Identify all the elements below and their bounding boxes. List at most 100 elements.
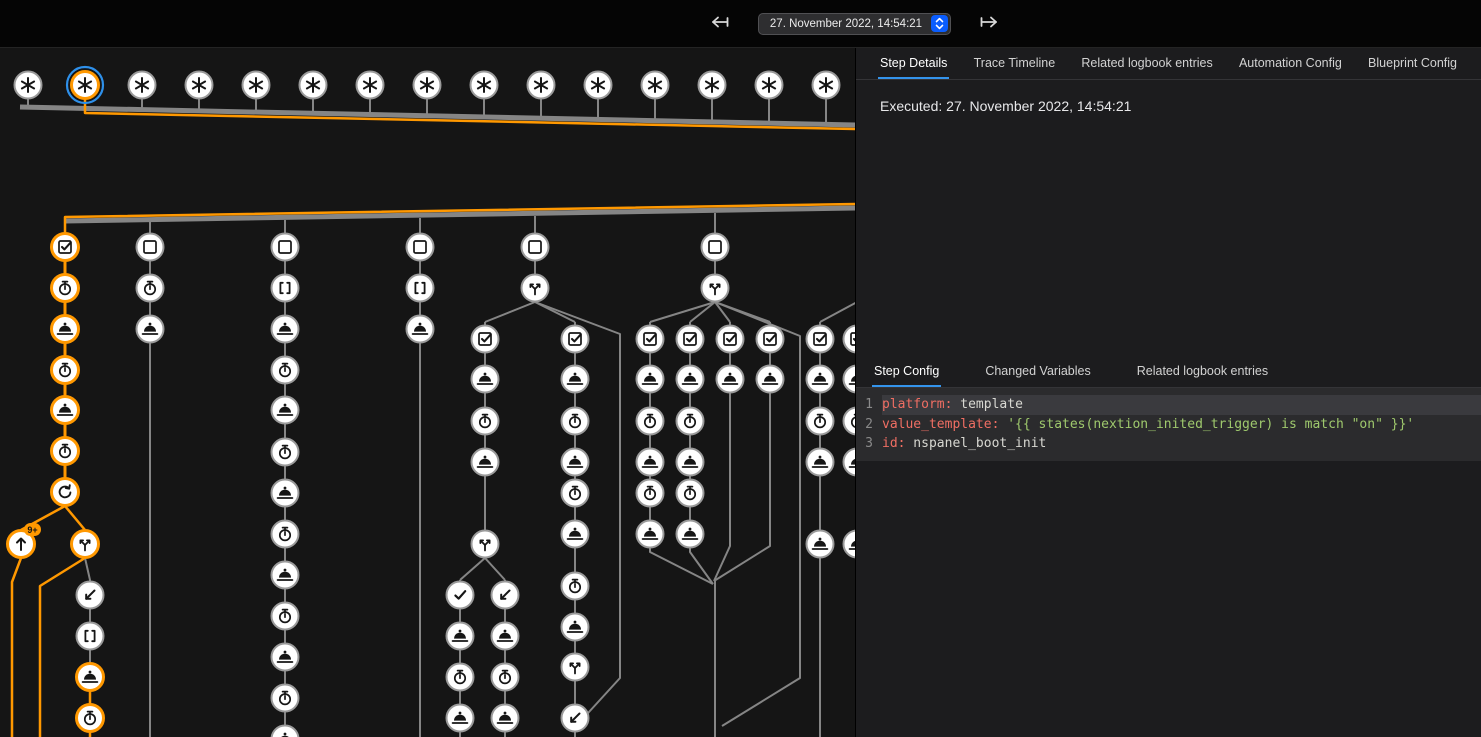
graph-node-timer[interactable] — [844, 408, 856, 435]
graph-node-asterisk[interactable] — [300, 72, 327, 99]
graph-node-service[interactable] — [77, 664, 104, 691]
graph-node-service[interactable] — [137, 316, 164, 343]
graph-node-square[interactable] — [137, 234, 164, 261]
graph-node-timer[interactable] — [52, 357, 79, 384]
graph-node-asterisk[interactable] — [414, 72, 441, 99]
graph-node-check[interactable] — [447, 582, 474, 609]
graph-node-brackets[interactable] — [77, 623, 104, 650]
graph-node-arrow-decision[interactable] — [702, 275, 729, 302]
graph-node-square[interactable] — [522, 234, 549, 261]
graph-node-asterisk[interactable] — [471, 72, 498, 99]
graph-node-brackets[interactable] — [272, 275, 299, 302]
graph-node-arrow-decision[interactable] — [562, 654, 589, 681]
graph-node-service[interactable] — [807, 366, 834, 393]
graph-node-service[interactable] — [677, 449, 704, 476]
graph-node-service[interactable] — [844, 531, 856, 558]
graph-node-service[interactable] — [272, 480, 299, 507]
graph-node-service[interactable] — [807, 531, 834, 558]
graph-node-service[interactable] — [492, 623, 519, 650]
graph-node-service[interactable] — [272, 562, 299, 589]
graph-node-brackets[interactable] — [407, 275, 434, 302]
graph-node-service[interactable] — [637, 521, 664, 548]
tab-step-config[interactable]: Step Config — [872, 356, 941, 387]
graph-node-asterisk[interactable] — [243, 72, 270, 99]
graph-node-asterisk[interactable] — [756, 72, 783, 99]
graph-node-service[interactable] — [52, 316, 79, 343]
graph-node-timer[interactable] — [492, 664, 519, 691]
graph-node-repeat[interactable] — [52, 479, 79, 506]
graph-node-timer[interactable] — [272, 603, 299, 630]
graph-node-service[interactable] — [637, 366, 664, 393]
graph-node-timer[interactable] — [562, 408, 589, 435]
graph-node-timer[interactable] — [637, 480, 664, 507]
graph-node-service[interactable] — [717, 366, 744, 393]
graph-node-service[interactable] — [844, 449, 856, 476]
graph-node-checkbox[interactable] — [807, 326, 834, 353]
graph-node-timer[interactable] — [272, 439, 299, 466]
graph-node-service[interactable] — [562, 449, 589, 476]
tab-related-logbook-entries[interactable]: Related logbook entries — [1135, 356, 1270, 387]
graph-node-service[interactable] — [472, 449, 499, 476]
graph-node-arrow-bottom-left[interactable] — [562, 705, 589, 732]
graph-node-square[interactable] — [702, 234, 729, 261]
graph-node-asterisk[interactable] — [813, 72, 840, 99]
graph-node-service[interactable] — [272, 397, 299, 424]
graph-node-asterisk[interactable] — [528, 72, 555, 99]
graph-node-timer[interactable] — [272, 357, 299, 384]
run-select[interactable]: 27. November 2022, 14:54:21 — [758, 13, 951, 35]
tab-step-details[interactable]: Step Details — [878, 48, 949, 79]
graph-node-asterisk[interactable] — [585, 72, 612, 99]
graph-node-checkbox[interactable] — [52, 234, 79, 261]
graph-node-arrow-bottom-left[interactable] — [492, 582, 519, 609]
graph-node-service[interactable] — [562, 614, 589, 641]
graph-node-service[interactable] — [677, 521, 704, 548]
graph-node-checkbox[interactable] — [757, 326, 784, 353]
tab-changed-variables[interactable]: Changed Variables — [983, 356, 1092, 387]
graph-node-arrow-bottom-left[interactable] — [77, 582, 104, 609]
graph-node-timer[interactable] — [52, 438, 79, 465]
graph-node-arrow-decision[interactable] — [472, 531, 499, 558]
graph-node-square[interactable] — [407, 234, 434, 261]
graph-node-timer[interactable] — [472, 408, 499, 435]
graph-node-service[interactable] — [637, 449, 664, 476]
graph-node-timer[interactable] — [562, 573, 589, 600]
previous-run-button[interactable] — [704, 6, 736, 41]
graph-node-arrow-decision[interactable] — [522, 275, 549, 302]
graph-node-timer[interactable] — [447, 664, 474, 691]
graph-node-timer[interactable] — [137, 275, 164, 302]
graph-node-timer[interactable] — [677, 480, 704, 507]
graph-node-checkbox[interactable] — [637, 326, 664, 353]
tab-trace-timeline[interactable]: Trace Timeline — [972, 48, 1058, 79]
tab-blueprint-config[interactable]: Blueprint Config — [1366, 48, 1459, 79]
graph-node-checkbox[interactable] — [562, 326, 589, 353]
graph-node-service[interactable] — [407, 316, 434, 343]
graph-node-timer[interactable] — [562, 480, 589, 507]
graph-node-service[interactable] — [272, 316, 299, 343]
graph-node-timer[interactable] — [677, 408, 704, 435]
graph-node-service[interactable] — [844, 366, 856, 393]
graph-node-timer[interactable] — [807, 408, 834, 435]
graph-node-service[interactable] — [757, 366, 784, 393]
graph-node-asterisk[interactable] — [186, 72, 213, 99]
graph-node-arrow-up[interactable]: 9+ — [8, 523, 42, 558]
graph-node-timer[interactable] — [637, 408, 664, 435]
graph-node-square[interactable] — [272, 234, 299, 261]
graph-node-checkbox[interactable] — [844, 326, 856, 353]
graph-node-service[interactable] — [472, 366, 499, 393]
graph-node-service[interactable] — [447, 705, 474, 732]
tab-automation-config[interactable]: Automation Config — [1237, 48, 1344, 79]
graph-node-timer[interactable] — [77, 705, 104, 732]
tab-related-logbook-entries[interactable]: Related logbook entries — [1079, 48, 1214, 79]
next-run-button[interactable] — [973, 6, 1005, 41]
graph-node-checkbox[interactable] — [717, 326, 744, 353]
graph-node-asterisk[interactable] — [357, 72, 384, 99]
graph-node-timer[interactable] — [272, 685, 299, 712]
graph-node-service[interactable] — [807, 449, 834, 476]
graph-node-service[interactable] — [272, 644, 299, 671]
graph-node-asterisk[interactable] — [699, 72, 726, 99]
graph-node-service[interactable] — [492, 705, 519, 732]
graph-node-asterisk[interactable] — [642, 72, 669, 99]
graph-node-service[interactable] — [52, 397, 79, 424]
graph-node-service[interactable] — [272, 726, 299, 737]
graph-node-asterisk[interactable] — [15, 72, 42, 99]
